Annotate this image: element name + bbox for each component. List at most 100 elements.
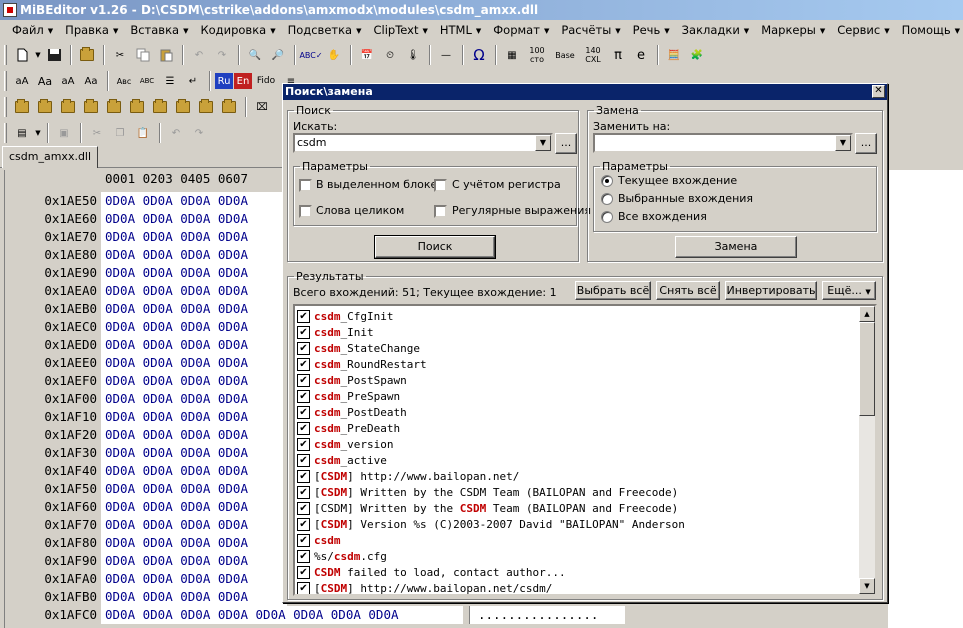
new-file-icon[interactable] [11,44,33,66]
chevron-down-icon[interactable]: ▼ [535,135,551,151]
hex-bytes[interactable]: 0D0A 0D0A 0D0A 0D0A [101,246,287,264]
clip-4-icon[interactable] [80,96,102,118]
result-item[interactable]: ✔ csdm _PreSpawn [297,388,400,404]
result-item[interactable]: ✔ csdm _active [297,452,387,468]
hex-bytes[interactable]: 0D0A 0D0A 0D0A 0D0A [101,300,287,318]
menu-item-3[interactable]: Кодировка ▼ [194,21,281,40]
result-checkbox[interactable]: ✔ [297,581,310,594]
menu-item-0[interactable]: Файл ▼ [6,21,59,40]
current-occurrence-radio[interactable] [601,175,613,187]
result-checkbox[interactable]: ✔ [297,549,310,563]
result-checkbox[interactable]: ✔ [297,341,310,355]
base-convert-button[interactable]: Base [551,44,579,66]
redo-disabled-icon[interactable]: ↷ [188,122,210,144]
dropdown-arrow-icon[interactable]: ▼ [34,122,42,144]
fido-button[interactable]: Fido [253,70,279,92]
undo-icon[interactable]: ↶ [188,44,210,66]
clear-all-button[interactable]: Снять всё [656,281,720,300]
result-item[interactable]: ✔ CSDM failed to load, contact author... [297,564,566,580]
number-to-words-button[interactable]: 100 сто [524,44,550,66]
paste-icon[interactable] [155,44,177,66]
scroll-up-icon[interactable]: ▲ [859,306,875,322]
clip-9-icon[interactable] [195,96,217,118]
menu-item-1[interactable]: Правка ▼ [59,21,124,40]
search-input[interactable]: csdm ▼ [293,133,553,153]
regex-checkbox[interactable] [434,205,447,218]
uppercase-icon[interactable]: Aa [80,70,102,92]
chevron-down-icon[interactable]: ▼ [835,135,851,151]
clear-clips-icon[interactable]: ⌧ [251,96,273,118]
cut-disabled-icon[interactable]: ✂ [86,122,108,144]
hex-bytes[interactable]: 0D0A 0D0A 0D0A 0D0A [101,210,287,228]
toolbar-grip[interactable] [4,97,7,117]
paste-icon[interactable]: 📋 [132,122,154,144]
result-checkbox[interactable]: ✔ [297,421,310,435]
cxl-button[interactable]: 140 CXL [580,44,606,66]
e-button[interactable]: e [630,44,652,66]
hex-bytes[interactable]: 0D0A 0D0A 0D0A 0D0A [101,516,287,534]
scroll-down-icon[interactable]: ▼ [859,578,875,594]
result-checkbox[interactable]: ✔ [297,405,310,419]
replace-browse-button[interactable]: ... [855,133,877,154]
find-icon[interactable]: 🔍 [244,44,266,66]
calendar-icon[interactable]: 📅 [356,44,378,66]
result-checkbox[interactable]: ✔ [297,517,310,531]
hex-bytes[interactable]: 0D0A 0D0A 0D0A 0D0A [101,228,287,246]
puzzle-icon[interactable]: 🧩 [686,44,708,66]
replace-input[interactable]: ▼ [593,133,853,153]
menu-item-10[interactable]: Закладки ▼ [676,21,756,40]
result-item[interactable]: ✔ [CSDM] http://www.bailopan.net/ [297,468,519,484]
results-scrollbar[interactable]: ▲ ▼ [859,306,875,594]
open-folder-icon[interactable] [76,44,98,66]
clip-5-icon[interactable] [103,96,125,118]
all-occurrences-radio[interactable] [601,211,613,223]
more-button[interactable]: Ещё... ▼ [822,281,876,300]
result-item[interactable]: ✔ csdm _CfgInit [297,308,393,324]
result-item[interactable]: ✔ csdm _PostDeath [297,404,407,420]
result-checkbox[interactable]: ✔ [297,309,310,323]
hex-bytes[interactable]: 0D0A 0D0A 0D0A 0D0A [101,444,287,462]
save-icon[interactable] [43,44,65,66]
save-disabled-icon[interactable]: ▣ [53,122,75,144]
font-larger-icon[interactable]: Aa [34,70,56,92]
menu-item-11[interactable]: Маркеры ▼ [755,21,831,40]
result-checkbox[interactable]: ✔ [297,565,310,579]
cut-icon[interactable]: ✂ [109,44,131,66]
result-checkbox[interactable]: ✔ [297,469,310,483]
result-checkbox[interactable]: ✔ [297,389,310,403]
dropdown-arrow-icon[interactable]: ▼ [34,44,42,66]
hex-bytes[interactable]: 0D0A 0D0A 0D0A 0D0A [101,354,287,372]
hand-icon[interactable]: ✋ [323,44,345,66]
in-selection-checkbox[interactable] [299,179,312,192]
result-checkbox[interactable]: ✔ [297,533,310,547]
tab-csdm-amxx[interactable]: csdm_amxx.dll [2,146,99,168]
table-icon[interactable]: ▦ [501,44,523,66]
search-browse-button[interactable]: ... [555,133,577,154]
result-item[interactable]: ✔ csdm [297,532,341,548]
ru-layout-button[interactable]: Ru [215,73,233,89]
hex-bytes[interactable]: 0D0A 0D0A 0D0A 0D0A [101,264,287,282]
hex-ascii[interactable]: ................ [469,606,625,624]
menu-item-13[interactable]: Помощь ▼ [896,21,963,40]
menu-item-2[interactable]: Вставка ▼ [124,21,194,40]
result-item[interactable]: ✔ csdm _version [297,436,393,452]
hex-bytes[interactable]: 0D0A 0D0A 0D0A 0D0A [101,192,287,210]
hex-bytes[interactable]: 0D0A 0D0A 0D0A 0D0A [101,462,287,480]
result-item[interactable]: ✔ [CSDM] Version %s (C)2003-2007 David "B… [297,516,685,532]
selected-occurrences-radio[interactable] [601,193,613,205]
result-checkbox[interactable]: ✔ [297,485,310,499]
menu-item-7[interactable]: Формат ▼ [487,21,555,40]
menu-item-6[interactable]: HTML ▼ [434,21,487,40]
hex-bytes[interactable]: 0D0A 0D0A 0D0A 0D0A [101,498,287,516]
hex-bytes[interactable]: 0D0A 0D0A 0D0A 0D0A [101,552,287,570]
result-checkbox[interactable]: ✔ [297,501,310,515]
omega-button[interactable]: Ω [468,44,490,66]
result-checkbox[interactable]: ✔ [297,373,310,387]
spellcheck-icon[interactable]: ABC✓ [299,44,322,66]
hex-bytes[interactable]: 0D0A 0D0A 0D0A 0D0A [101,588,287,606]
clock-icon[interactable]: ⏲ [379,44,401,66]
clip-8-icon[interactable] [172,96,194,118]
hex-bytes[interactable]: 0D0A 0D0A 0D0A 0D0A [101,336,287,354]
result-item[interactable]: ✔ [CSDM] Written by the CSDM Team (BAILOP… [297,484,678,500]
menu-item-9[interactable]: Речь ▼ [627,21,676,40]
